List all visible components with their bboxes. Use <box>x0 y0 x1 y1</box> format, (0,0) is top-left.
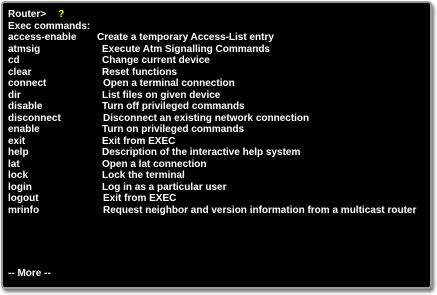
command-name: lat <box>8 158 20 170</box>
command-description: Reset functions <box>102 66 178 78</box>
command-description: Request neighbor and version information… <box>103 204 417 216</box>
command-description: Turn off privileged commands <box>102 101 245 112</box>
command-description: Exit from EXEC <box>102 135 176 147</box>
command-name: help <box>8 147 29 158</box>
command-name: login <box>8 181 32 193</box>
command-description: Description of the interactive help syst… <box>102 147 301 158</box>
command-name: connect <box>8 78 47 89</box>
command-name: atmsig <box>8 43 41 55</box>
command-name: exit <box>8 135 26 147</box>
terminal-window: Router>? Exec commands: access-enable Cre… <box>1 1 432 289</box>
command-name: dir <box>8 89 21 101</box>
exec-heading: Exec commands: <box>8 20 91 32</box>
terminal-screen: Router>? Exec commands: access-enable Cre… <box>8 9 426 283</box>
command-description: List files on given device <box>102 89 221 101</box>
more-prompt[interactable]: -- More -- <box>8 268 51 280</box>
prompt: Router> <box>8 9 47 20</box>
command-name: cd <box>8 55 20 66</box>
typed-input: ? <box>58 9 65 20</box>
command-description: Lock the terminal <box>102 170 185 181</box>
command-description: Open a lat connection <box>102 158 207 170</box>
command-description: Disconnect an existing network connectio… <box>103 112 310 124</box>
command-name: clear <box>8 66 32 78</box>
command-description: Execute Atm Signalling Commands <box>102 43 270 55</box>
command-name: disconnect <box>8 112 61 124</box>
command-name: lock <box>8 170 29 181</box>
command-description: Create a temporary Access-List entry <box>97 32 274 43</box>
command-name: disable <box>8 101 43 112</box>
prompt-line: Router>? <box>8 9 64 21</box>
command-name: access-enable <box>8 32 77 43</box>
command-description: Turn on privileged commands <box>102 124 245 135</box>
command-description: Log in as a particular user <box>102 181 227 193</box>
command-name: mrinfo <box>8 204 40 216</box>
command-name: enable <box>8 124 40 135</box>
command-name: logout <box>8 193 39 204</box>
command-description: Open a terminal connection <box>103 78 235 89</box>
command-description: Exit from EXEC <box>103 193 177 204</box>
command-description: Change current device <box>102 55 210 66</box>
